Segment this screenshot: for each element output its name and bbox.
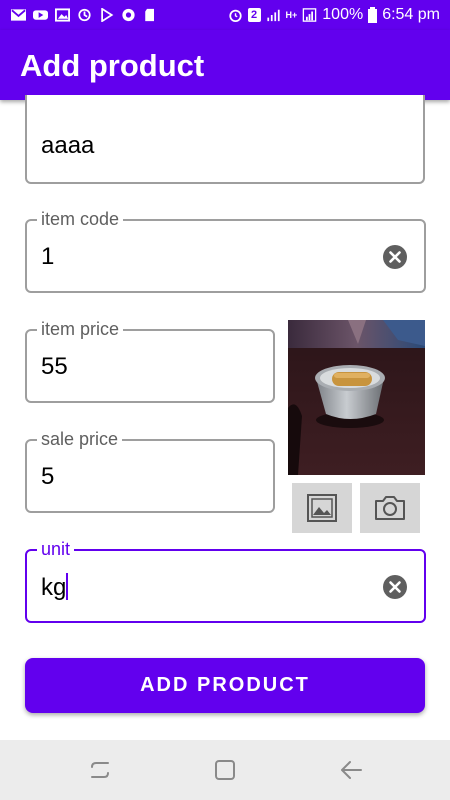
notification-count-badge: 2: [247, 8, 261, 22]
text-cursor: [66, 573, 69, 600]
product-name-field[interactable]: aaaa: [25, 95, 425, 184]
item-code-value: 1: [41, 243, 55, 270]
app-bar: Add product: [0, 30, 450, 100]
clear-item-code-icon[interactable]: [382, 244, 408, 270]
item-price-label: item price: [37, 318, 124, 340]
clock: 6:54 pm: [382, 6, 440, 23]
image-icon: [307, 494, 337, 522]
item-price-field[interactable]: item price 55: [25, 318, 275, 403]
sale-price-field[interactable]: sale price 5: [25, 428, 275, 513]
gmail-icon: [11, 9, 26, 21]
camera-icon: [375, 496, 405, 520]
add-product-button[interactable]: ADD PRODUCT: [25, 658, 425, 713]
unit-label: unit: [37, 538, 75, 560]
back-icon[interactable]: [339, 758, 363, 782]
unit-value: kg: [41, 574, 67, 601]
notification-icons: [0, 8, 158, 22]
page-title: Add product: [20, 48, 205, 83]
unit-value-wrap: kg: [41, 573, 69, 602]
sale-price-value: 5: [41, 463, 55, 490]
battery-percent: 100%: [322, 6, 364, 23]
network-type: H+: [285, 10, 298, 20]
status-indicators: 2 H+ 100% 6:54 pm: [228, 0, 440, 30]
navigation-bar: [0, 740, 450, 800]
signal-icon: [266, 9, 280, 22]
clear-unit-icon[interactable]: [382, 574, 408, 600]
take-photo-button[interactable]: [360, 483, 420, 533]
product-photo[interactable]: [288, 320, 425, 475]
alarm-icon: [228, 9, 242, 22]
play-store-icon: [101, 8, 114, 22]
sd-card-icon: [145, 8, 154, 22]
chrome-icon: [122, 8, 135, 22]
youtube-icon: [33, 10, 48, 20]
recent-apps-icon[interactable]: [88, 758, 112, 782]
item-code-label: item code: [37, 208, 124, 230]
gallery-notification-icon: [55, 8, 70, 22]
item-price-value: 55: [41, 353, 68, 380]
battery-icon: [368, 7, 378, 23]
unit-field[interactable]: unit kg: [25, 538, 426, 623]
status-bar: 2 H+ 100% 6:54 pm: [0, 0, 450, 30]
product-name-value: aaaa: [41, 132, 95, 159]
sync-icon: [78, 8, 91, 22]
home-icon[interactable]: [213, 758, 237, 782]
signal-strength-icon: [302, 8, 317, 22]
item-code-field[interactable]: item code 1: [25, 208, 426, 293]
pick-from-gallery-button[interactable]: [292, 483, 352, 533]
sale-price-label: sale price: [37, 428, 123, 450]
